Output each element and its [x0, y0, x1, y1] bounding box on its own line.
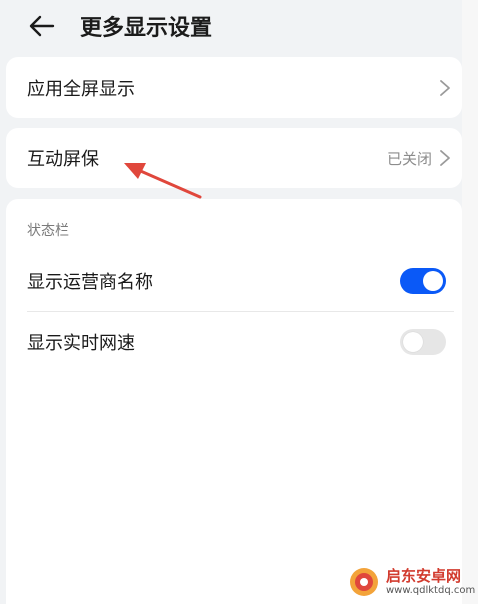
screensaver-status: 已关闭	[386, 149, 432, 168]
chevron-right-icon	[440, 150, 450, 166]
section-title-status-bar: 状态栏	[27, 223, 69, 239]
header: 更多显示设置	[0, 0, 478, 52]
fullscreen-label: 应用全屏显示	[27, 78, 135, 100]
screensaver-label: 互动屏保	[27, 149, 99, 170]
toggle-knob	[423, 271, 443, 291]
carrier-name-row[interactable]: 显示运营商名称	[6, 251, 462, 311]
carrier-name-label: 显示运营商名称	[27, 272, 153, 293]
watermark-name: 启东安卓网	[386, 567, 462, 585]
watermark-url: www.qdlktdq.com	[386, 585, 476, 596]
page-title: 更多显示设置	[80, 16, 213, 41]
net-speed-row[interactable]: 显示实时网速	[6, 312, 462, 372]
back-button[interactable]	[22, 8, 62, 44]
carrier-name-toggle[interactable]	[400, 268, 446, 294]
status-bar-card: 状态栏 显示运营商名称 显示实时网速	[6, 199, 462, 604]
screensaver-card: 互动屏保 已关闭	[6, 128, 462, 188]
watermark-logo-icon	[350, 568, 378, 596]
net-speed-toggle[interactable]	[400, 329, 446, 355]
screensaver-row[interactable]: 互动屏保 已关闭	[6, 128, 462, 188]
arrow-left-icon	[29, 15, 55, 37]
net-speed-label: 显示实时网速	[27, 333, 135, 354]
fullscreen-card: 应用全屏显示	[6, 57, 462, 118]
screen-edge	[462, 0, 478, 604]
watermark: 启东安卓网 www.qdlktdq.com	[346, 566, 475, 598]
toggle-knob	[403, 332, 423, 352]
chevron-right-icon	[440, 79, 450, 96]
fullscreen-row[interactable]: 应用全屏显示	[6, 57, 462, 118]
